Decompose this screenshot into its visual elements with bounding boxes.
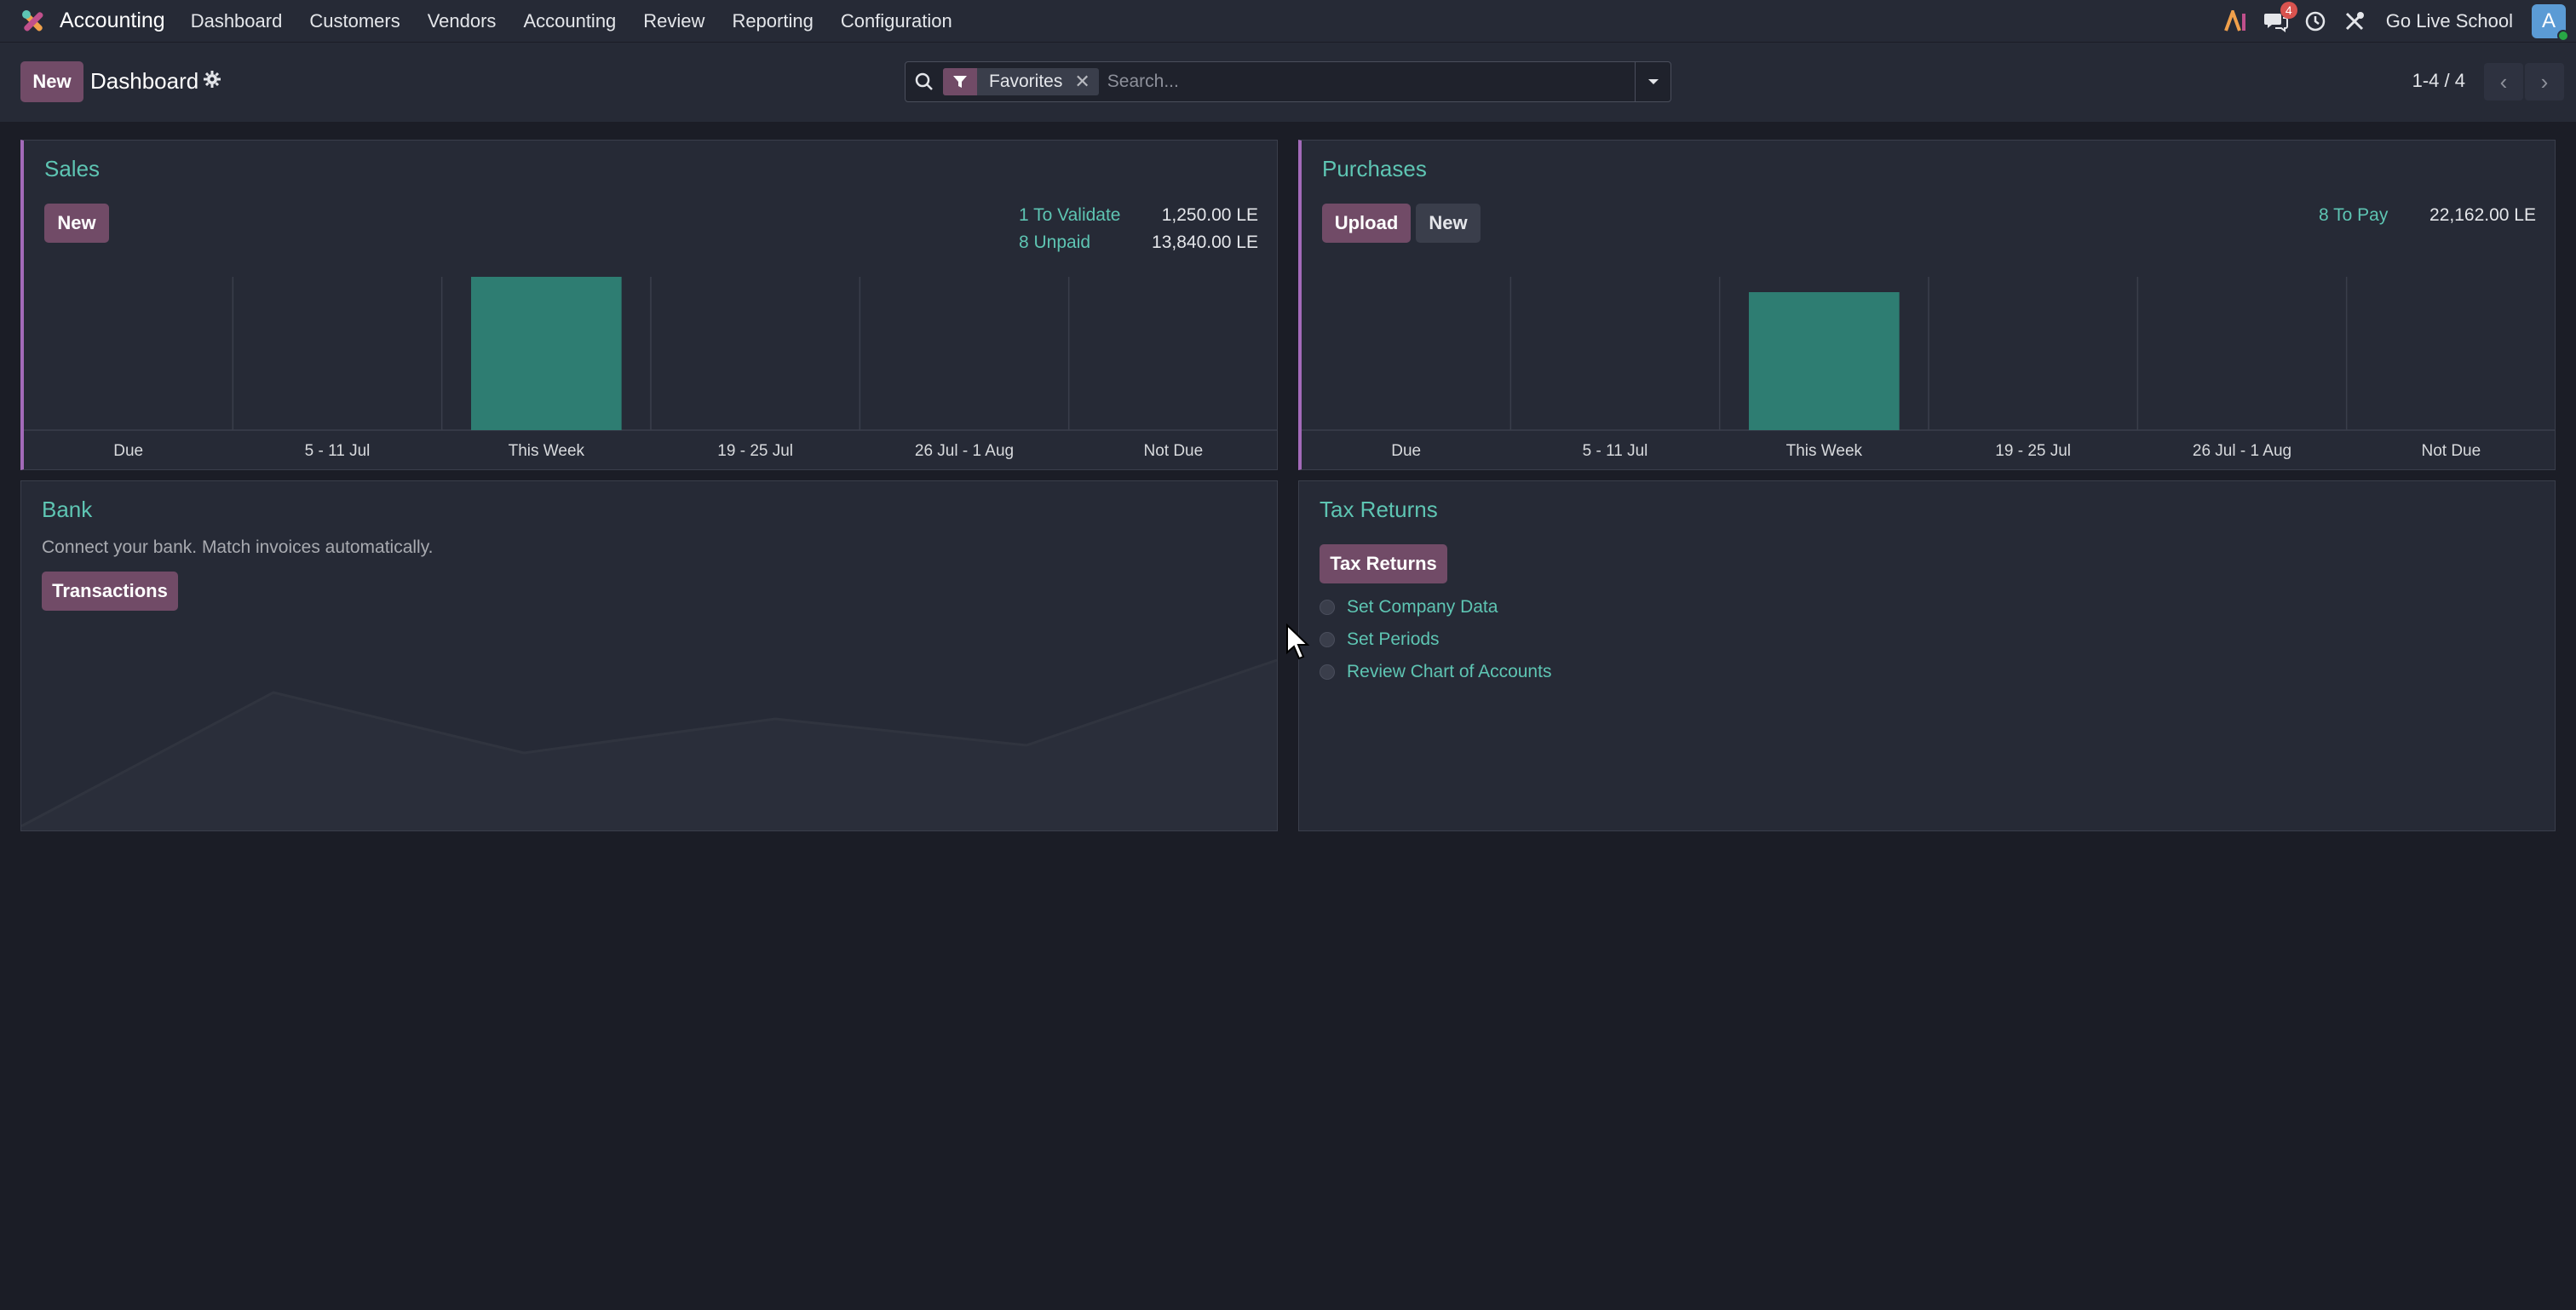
menu-dashboard[interactable]: Dashboard — [191, 10, 283, 32]
app-name[interactable]: Accounting — [60, 9, 165, 33]
purchases-chart-x-tick-label: This Week — [1786, 442, 1863, 460]
sales-unpaid-value: 13,840.00 LE — [1152, 233, 1258, 252]
sales-chart-x-tick-label: 5 - 11 Jul — [305, 442, 371, 460]
purchases-to-pay-link[interactable]: 8 To Pay — [2319, 205, 2388, 226]
search-icon[interactable] — [906, 62, 943, 101]
avatar-letter: A — [2541, 9, 2556, 32]
gear-icon[interactable] — [203, 70, 223, 90]
sales-chart-bar[interactable] — [471, 277, 622, 430]
sales-chart-x-tick-label: Due — [113, 442, 143, 460]
step-label[interactable]: Set Periods — [1347, 629, 1440, 650]
online-status-dot — [2557, 30, 2569, 42]
sales-chart-x-tick-label: Not Due — [1143, 442, 1203, 460]
tax-returns-button[interactable]: Tax Returns — [1320, 544, 1447, 583]
purchases-to-pay-value: 22,162.00 LE — [2429, 205, 2536, 225]
company-switcher[interactable]: Go Live School — [2386, 10, 2513, 32]
sales-title[interactable]: Sales — [44, 156, 100, 182]
bank-transactions-button[interactable]: Transactions — [42, 572, 178, 611]
purchases-chart-x-tick-label: Not Due — [2421, 442, 2481, 460]
bank-description: Connect your bank. Match invoices automa… — [42, 537, 434, 557]
messages-icon[interactable]: 4 — [2262, 2, 2297, 36]
chevron-down-icon[interactable] — [1635, 62, 1670, 101]
messages-badge: 4 — [2280, 2, 2297, 19]
user-avatar[interactable]: A — [2532, 4, 2569, 42]
purchases-title[interactable]: Purchases — [1322, 156, 1427, 182]
top-navbar: Accounting Dashboard Customers Vendors A… — [0, 0, 2576, 43]
purchases-chart-bar[interactable] — [1749, 292, 1900, 430]
purchases-chart-x-tick-label: 5 - 11 Jul — [1583, 442, 1648, 460]
tax-returns-card: Tax Returns Tax Returns Set Company Data… — [1298, 480, 2556, 831]
onboarding-step[interactable]: Review Chart of Accounts — [1320, 662, 1551, 682]
sales-to-validate-value: 1,250.00 LE — [1161, 205, 1258, 225]
ai-icon[interactable] — [2222, 7, 2251, 36]
control-panel: New Dashboard Favorites ✕ Search... 1-4 … — [0, 43, 2576, 124]
close-icon[interactable]: ✕ — [1074, 71, 1098, 93]
sales-unpaid-link[interactable]: 8 Unpaid — [1019, 233, 1090, 253]
step-label[interactable]: Review Chart of Accounts — [1347, 662, 1551, 682]
purchases-chart-x-tick-label: 19 - 25 Jul — [1995, 442, 2071, 460]
filter-icon — [943, 68, 977, 95]
menu-customers[interactable]: Customers — [309, 10, 400, 32]
onboarding-step[interactable]: Set Company Data — [1320, 597, 1498, 618]
apps-menu-icon[interactable] — [19, 7, 48, 36]
menu-reporting[interactable]: Reporting — [732, 10, 813, 32]
search-input[interactable] — [1107, 72, 1635, 92]
purchases-journal-card: Purchases Upload New 8 To Pay 22,162.00 … — [1298, 140, 2556, 470]
sales-new-button[interactable]: New — [44, 204, 109, 243]
tax-returns-title[interactable]: Tax Returns — [1320, 497, 1438, 523]
step-status-icon — [1320, 600, 1335, 615]
menu-configuration[interactable]: Configuration — [841, 10, 952, 32]
tools-icon[interactable] — [2340, 7, 2369, 36]
new-button[interactable]: New — [20, 61, 83, 102]
mouse-cursor-icon — [1286, 623, 1310, 660]
activity-clock-icon[interactable] — [2301, 7, 2330, 36]
sales-journal-card: Sales New 1 To Validate 1,250.00 LE 8 Un… — [20, 140, 1278, 470]
pager-previous-icon[interactable]: ‹ — [2484, 63, 2523, 101]
bank-placeholder-line-graph — [21, 658, 1277, 830]
purchases-bar-chart[interactable]: Due 5 - 11 Jul This Week 19 - 25 Jul 26 Jul … — [1302, 277, 2556, 469]
pager-value[interactable]: 1-4 / 4 — [2412, 70, 2465, 92]
sales-bar-chart[interactable]: Due 5 - 11 Jul This Week 19 - 25 Jul 26 Jul … — [24, 277, 1278, 469]
purchases-chart-x-tick-label: Due — [1391, 442, 1421, 460]
step-status-icon — [1320, 664, 1335, 680]
pager-next-icon[interactable]: › — [2525, 63, 2564, 101]
step-label[interactable]: Set Company Data — [1347, 597, 1498, 618]
bank-title[interactable]: Bank — [42, 497, 92, 523]
sales-to-validate-link[interactable]: 1 To Validate — [1019, 205, 1120, 226]
menu-accounting[interactable]: Accounting — [523, 10, 616, 32]
search-bar: Favorites ✕ — [905, 61, 1671, 102]
search-facet-favorites: Favorites ✕ — [943, 68, 1099, 95]
purchases-new-button[interactable]: New — [1416, 204, 1481, 243]
page-title: Dashboard — [90, 68, 199, 94]
onboarding-step[interactable]: Set Periods — [1320, 629, 1440, 650]
bank-journal-card: Bank Connect your bank. Match invoices a… — [20, 480, 1278, 831]
purchases-upload-button[interactable]: Upload — [1322, 204, 1411, 243]
sales-chart-x-tick-label: This Week — [509, 442, 585, 460]
facet-label: Favorites — [989, 72, 1063, 91]
menu-vendors[interactable]: Vendors — [428, 10, 497, 32]
purchases-chart-x-tick-label: 26 Jul - 1 Aug — [2193, 442, 2291, 460]
menu-review[interactable]: Review — [643, 10, 704, 32]
step-status-icon — [1320, 632, 1335, 647]
sales-chart-x-tick-label: 19 - 25 Jul — [717, 442, 793, 460]
sales-chart-x-tick-label: 26 Jul - 1 Aug — [915, 442, 1014, 460]
